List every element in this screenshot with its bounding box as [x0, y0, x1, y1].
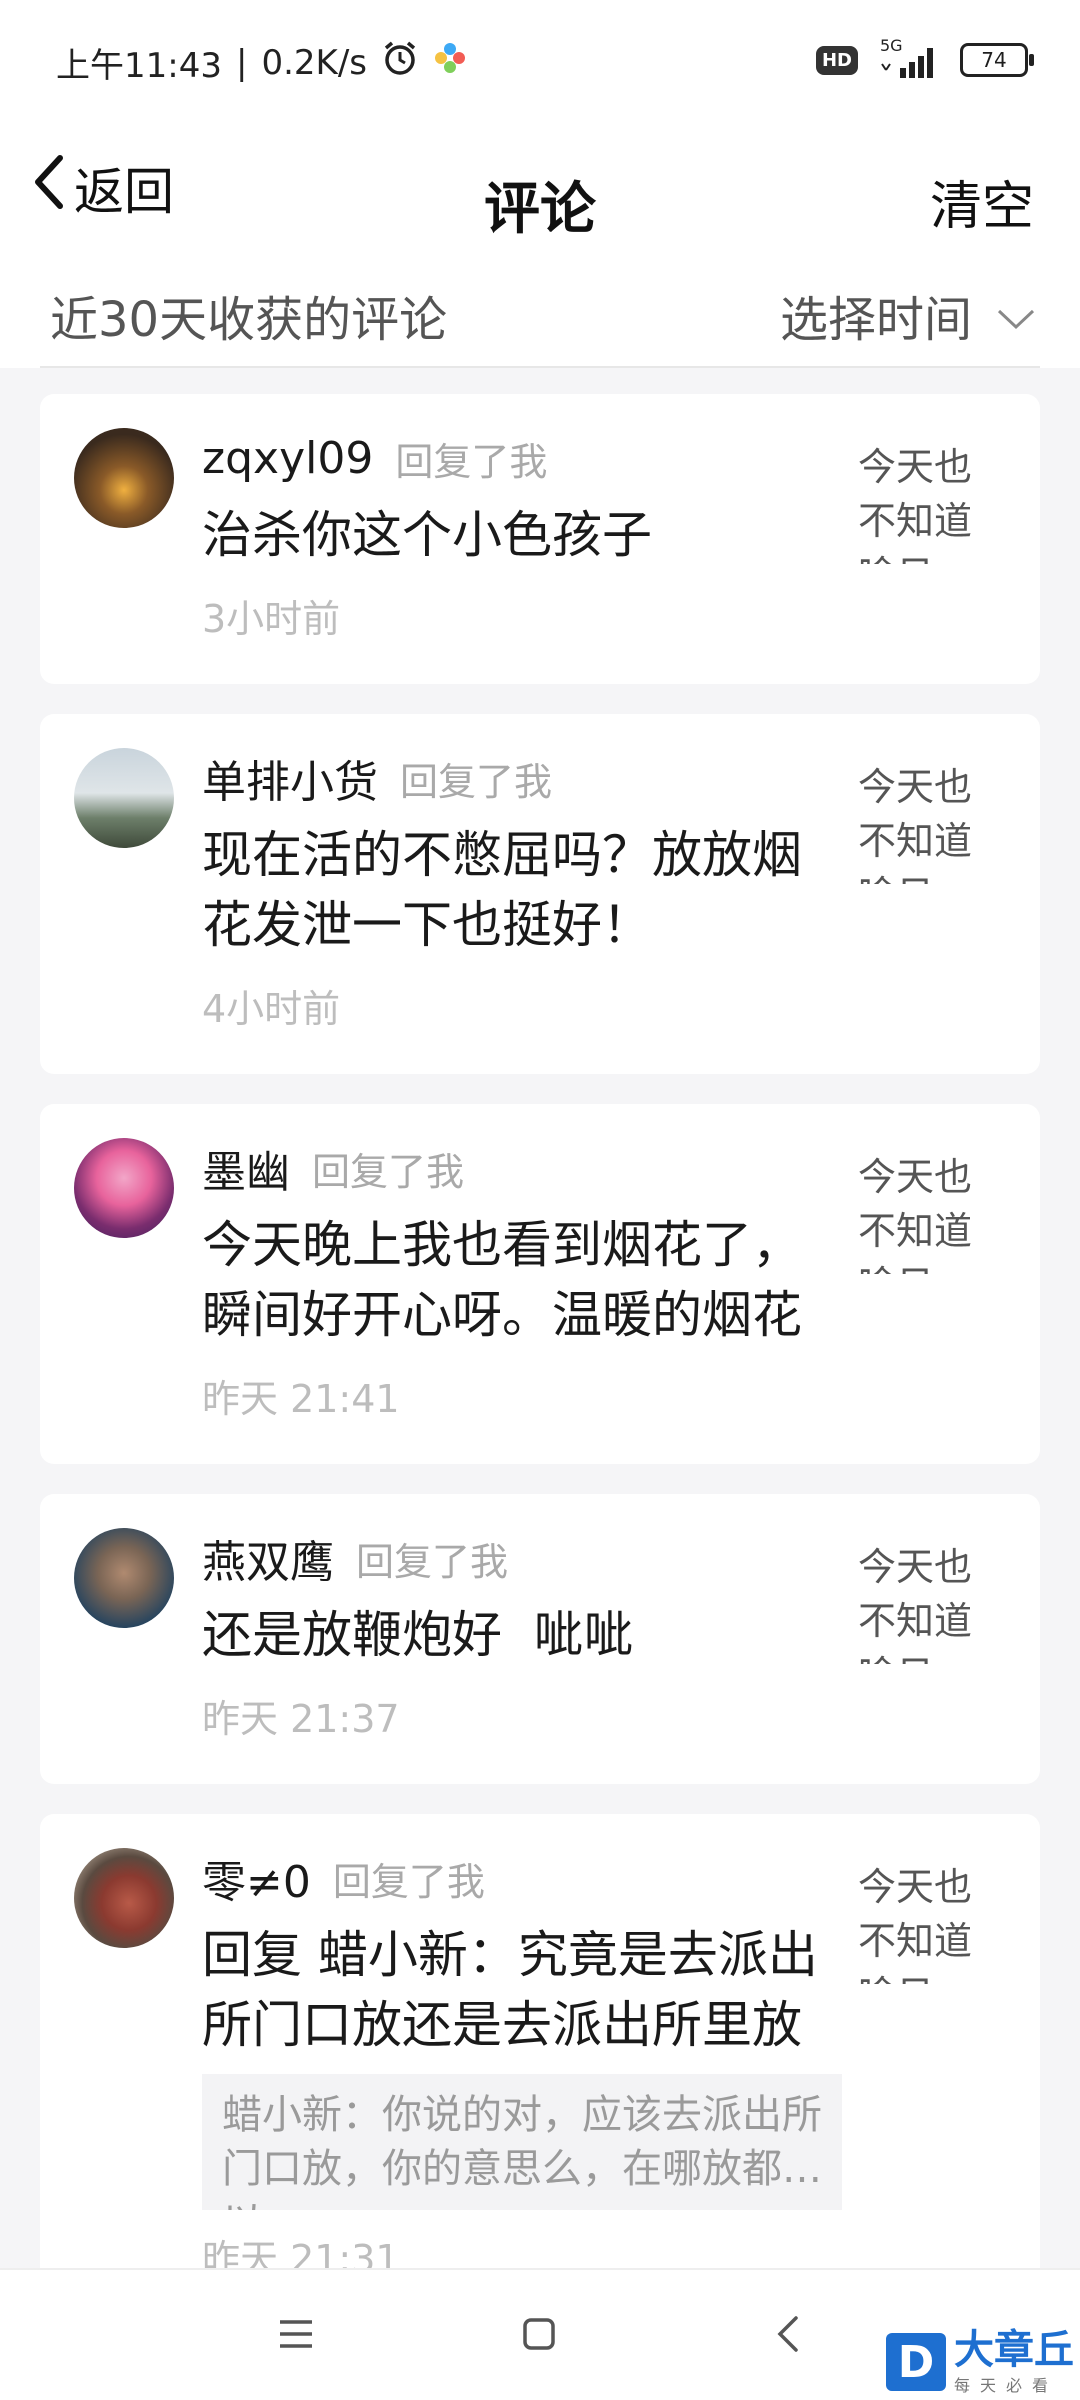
- comment-text[interactable]: 今天晚上我也看到烟花了，瞬间好开心呀。温暖的烟花: [202, 1210, 822, 1350]
- home-icon[interactable]: [509, 2304, 569, 2364]
- filter-label: 近30天收获的评论: [50, 292, 448, 348]
- commenter-name[interactable]: zqxyl09: [202, 433, 373, 484]
- status-right: HD 5G 74: [815, 36, 1034, 80]
- app-notification-icon: [433, 41, 467, 84]
- watermark-subtitle: 每天必看: [954, 2376, 1059, 2395]
- comment-text[interactable]: 现在活的不憋屈吗？放放烟花发泄一下也挺好！: [202, 820, 822, 960]
- time-select-label: 选择时间: [779, 292, 972, 348]
- avatar[interactable]: [74, 1848, 174, 1948]
- original-post-snippet[interactable]: 今天也不知道啥日: [858, 1540, 978, 1664]
- avatar[interactable]: [74, 1528, 174, 1628]
- watermark-logo-mark: D: [886, 2333, 946, 2391]
- reply-action: 回复了我: [395, 439, 548, 484]
- comment-card[interactable]: zqxyl09 回复了我 治杀你这个小色孩子 3小时前 今天也不知道啥日: [40, 394, 1040, 684]
- signal-icon: 5G: [876, 36, 942, 80]
- system-nav-bar: D 大章丘 每天必看: [0, 2268, 1080, 2400]
- net-speed: 0.2K/s: [261, 42, 367, 83]
- comment-time: 昨天 21:37: [202, 1697, 400, 1741]
- commenter-name[interactable]: 单排小货: [202, 746, 378, 810]
- clock-time: 上午11:43: [56, 46, 222, 86]
- battery-level: 74: [981, 48, 1007, 72]
- quoted-comment[interactable]: 蜡小新：你说的对，应该去派出所门口放，你的意思么，在哪放都可以: [202, 2074, 842, 2210]
- comment-card[interactable]: 零≠0 回复了我 回复 蜡小新：究竟是去派出所门口放还是去派出所里放 蜡小新：你…: [40, 1814, 1040, 2270]
- commenter-name[interactable]: 燕双鹰: [202, 1526, 334, 1590]
- comment-text[interactable]: 回复 蜡小新：究竟是去派出所门口放还是去派出所里放: [202, 1920, 822, 2060]
- avatar[interactable]: [74, 1138, 174, 1238]
- clear-button[interactable]: 清空: [930, 164, 1034, 239]
- reply-action: 回复了我: [312, 1149, 465, 1194]
- original-post-snippet[interactable]: 今天也不知道啥日: [858, 760, 978, 884]
- time-select-dropdown[interactable]: 选择时间: [780, 280, 1036, 350]
- comment-card[interactable]: 墨幽 回复了我 今天晚上我也看到烟花了，瞬间好开心呀。温暖的烟花 昨天 21:4…: [40, 1104, 1040, 1464]
- reply-action: 回复了我: [400, 759, 553, 804]
- original-post-snippet[interactable]: 今天也不知道啥日: [858, 1150, 978, 1274]
- comment-text[interactable]: 治杀你这个小色孩子: [202, 500, 822, 570]
- divider: [40, 366, 1040, 368]
- comment-time: 昨天 21:31: [202, 2237, 400, 2270]
- battery-icon: 74: [960, 43, 1034, 77]
- comment-time: 昨天 21:41: [202, 1377, 400, 1421]
- alarm-icon: [381, 39, 419, 86]
- top-nav: 返回 评论 清空: [0, 120, 1080, 260]
- commenter-name[interactable]: 墨幽: [202, 1136, 290, 1200]
- avatar[interactable]: [74, 748, 174, 848]
- comment-text[interactable]: 还是放鞭炮好 呲呲: [202, 1600, 822, 1670]
- reply-action: 回复了我: [356, 1539, 509, 1584]
- original-post-snippet[interactable]: 今天也不知道啥日: [858, 440, 978, 564]
- comment-card[interactable]: 单排小货 回复了我 现在活的不憋屈吗？放放烟花发泄一下也挺好！ 4小时前 今天也…: [40, 714, 1040, 1074]
- menu-icon[interactable]: [266, 2304, 326, 2364]
- commenter-name[interactable]: 零≠0: [202, 1846, 311, 1910]
- back-icon[interactable]: [758, 2304, 818, 2364]
- watermark-title: 大章丘: [954, 2327, 1074, 2373]
- chevron-down-icon: [996, 287, 1036, 343]
- original-post-snippet[interactable]: 今天也不知道啥日: [858, 1860, 978, 1984]
- comment-card[interactable]: 燕双鹰 回复了我 还是放鞭炮好 呲呲 昨天 21:37 今天也不知道啥日: [40, 1494, 1040, 1784]
- comment-time: 4小时前: [202, 987, 341, 1031]
- page-title: 评论: [484, 177, 596, 242]
- filter-bar: 近30天收获的评论 选择时间: [0, 260, 1080, 368]
- comment-time: 3小时前: [202, 597, 341, 641]
- watermark-logo: D 大章丘 每天必看: [886, 2328, 1074, 2396]
- comment-list[interactable]: zqxyl09 回复了我 治杀你这个小色孩子 3小时前 今天也不知道啥日 单排小…: [40, 394, 1040, 2270]
- hd-badge: HD: [815, 45, 858, 75]
- status-left: 上午11:43 | 0.2K/s: [56, 38, 467, 87]
- reply-action: 回复了我: [332, 1859, 485, 1904]
- status-bar: 上午11:43 | 0.2K/s HD 5G 74: [0, 0, 1080, 120]
- avatar[interactable]: [74, 428, 174, 528]
